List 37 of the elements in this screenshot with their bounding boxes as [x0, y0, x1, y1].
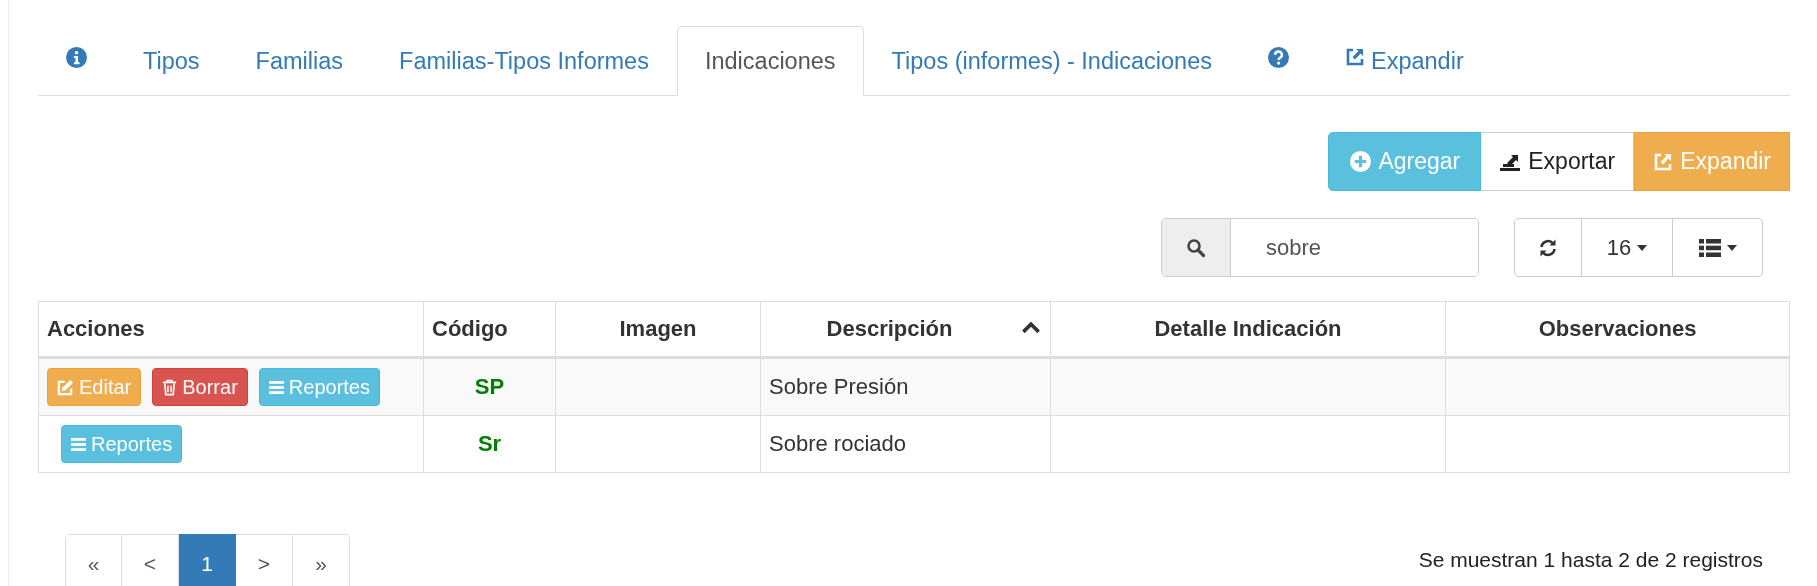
page-link[interactable]: < — [122, 534, 179, 586]
tab[interactable]: Indicaciones — [676, 26, 864, 96]
tab[interactable]: Familias-Tipos Informes — [371, 26, 677, 96]
expand-tab[interactable]: Expandir — [1317, 26, 1492, 96]
help-icon — [1268, 46, 1289, 68]
search-field[interactable]: sobre — [1161, 218, 1479, 277]
page-link[interactable]: » — [293, 534, 350, 586]
trash-icon — [162, 378, 178, 396]
tab[interactable]: Tipos — [115, 26, 228, 96]
search-icon — [1186, 237, 1206, 258]
columns-dropdown[interactable] — [1673, 218, 1763, 277]
tab[interactable]: Familias — [227, 26, 372, 96]
page-link[interactable]: > — [236, 534, 293, 586]
code-text: SP — [474, 374, 505, 399]
info-icon — [66, 46, 87, 68]
tab[interactable]: Tipos (informes) - Indicaciones — [863, 26, 1240, 96]
export-button[interactable]: Exportar — [1481, 132, 1635, 191]
list-icon — [1698, 238, 1721, 257]
external-link-icon — [1345, 47, 1365, 67]
sort-up-icon — [1022, 322, 1040, 334]
code-text: Sr — [477, 431, 502, 456]
delete-button[interactable]: Borrar — [152, 368, 248, 406]
page-size-dropdown[interactable]: 16 — [1582, 218, 1673, 277]
menu-icon — [71, 437, 86, 451]
caret-icon — [1726, 244, 1737, 251]
caret-icon — [1637, 244, 1648, 251]
external-link-icon — [1653, 151, 1674, 172]
description-text: Sobre Presión — [769, 374, 909, 399]
plus-circle-icon — [1350, 151, 1372, 172]
records-summary: Se muestran 1 hasta 2 de 2 registros — [1418, 548, 1763, 572]
page-link[interactable]: 1 — [179, 534, 236, 586]
description-text: Sobre rociado — [769, 431, 906, 456]
refresh-button[interactable] — [1514, 218, 1582, 277]
refresh-icon — [1538, 237, 1558, 258]
menu-icon — [268, 380, 284, 394]
page-link[interactable]: « — [65, 534, 122, 586]
edit-icon — [57, 378, 74, 396]
